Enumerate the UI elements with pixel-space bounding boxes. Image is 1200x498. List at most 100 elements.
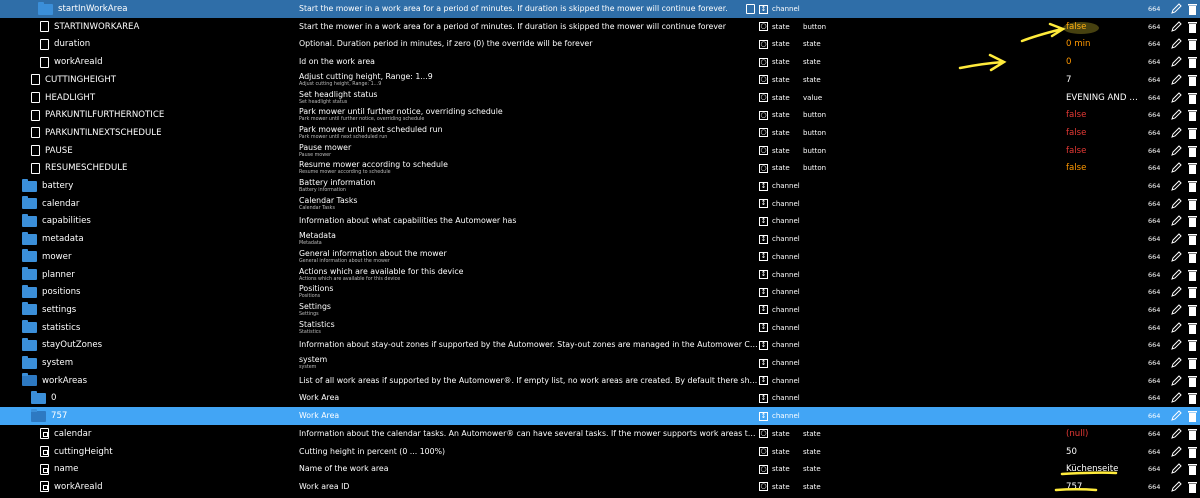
edit-pencil-icon[interactable] xyxy=(1170,91,1182,104)
delete-trash-icon[interactable] xyxy=(1188,339,1197,352)
row-name-cell[interactable]: planner xyxy=(22,266,75,284)
delete-trash-icon[interactable] xyxy=(1188,322,1197,334)
tree-row[interactable]: settings Settings Settings ↕ channel 664 xyxy=(0,301,1200,319)
tree-row[interactable]: capabilities Information about what capab… xyxy=(0,212,1200,230)
edit-pencil-icon[interactable] xyxy=(1170,304,1182,316)
delete-trash-icon[interactable] xyxy=(1188,3,1197,15)
delete-trash-icon[interactable] xyxy=(1188,38,1197,51)
row-name-cell[interactable]: 0 xyxy=(31,389,56,407)
row-value[interactable] xyxy=(1066,230,1144,248)
row-value[interactable]: false xyxy=(1066,106,1144,124)
row-name-cell[interactable]: 757 xyxy=(31,407,67,425)
edit-pencil-icon[interactable] xyxy=(1170,251,1182,263)
delete-trash-icon[interactable] xyxy=(1188,21,1197,33)
delete-trash-icon[interactable] xyxy=(1188,410,1197,423)
delete-trash-icon[interactable] xyxy=(1188,357,1197,369)
row-value[interactable] xyxy=(1066,407,1144,425)
row-name-cell[interactable]: STARTINWORKAREA xyxy=(40,18,139,36)
edit-pencil-icon[interactable] xyxy=(1170,127,1182,139)
row-name-cell[interactable]: PARKUNTILFURTHERNOTICE xyxy=(31,106,164,124)
edit-pencil-icon[interactable] xyxy=(1170,339,1182,351)
edit-pencil-icon[interactable] xyxy=(1170,463,1182,475)
delete-trash-icon[interactable] xyxy=(1188,74,1197,86)
row-value[interactable] xyxy=(1066,301,1144,319)
edit-pencil-icon[interactable] xyxy=(1170,445,1182,458)
edit-pencil-icon[interactable] xyxy=(1170,428,1182,440)
copy-icon[interactable] xyxy=(746,4,755,14)
edit-pencil-icon[interactable] xyxy=(1170,56,1182,68)
edit-pencil-icon[interactable] xyxy=(1170,357,1182,369)
row-name-cell[interactable]: positions xyxy=(22,283,81,301)
delete-trash-icon[interactable] xyxy=(1188,145,1197,157)
row-value[interactable]: 757 xyxy=(1066,478,1144,496)
row-value[interactable] xyxy=(1066,177,1144,195)
tree-row[interactable]: workAreaId Id on the work area ○ state state… xyxy=(0,53,1200,71)
edit-pencil-icon[interactable] xyxy=(1170,144,1182,157)
tree-row[interactable]: stayOutZones Information about stay-out z… xyxy=(0,336,1200,354)
tree-row[interactable]: statistics Statistics Statistics ↕ channel 66… xyxy=(0,319,1200,337)
row-name-cell[interactable]: duration xyxy=(40,35,90,53)
edit-pencil-icon[interactable] xyxy=(1170,3,1182,15)
row-value[interactable]: 7 xyxy=(1066,71,1144,89)
row-name-cell[interactable]: workAreas xyxy=(22,372,87,390)
tree-row[interactable]: system system system ↕ channel 664 xyxy=(0,354,1200,372)
delete-trash-icon[interactable] xyxy=(1188,428,1197,440)
row-value[interactable] xyxy=(1066,248,1144,266)
edit-pencil-icon[interactable] xyxy=(1170,392,1182,404)
delete-trash-icon[interactable] xyxy=(1188,463,1197,476)
tree-row[interactable]: duration Optional. Duration period in min… xyxy=(0,35,1200,53)
row-name-cell[interactable]: name xyxy=(40,460,78,478)
delete-trash-icon[interactable] xyxy=(1188,446,1197,458)
row-name-cell[interactable]: statistics xyxy=(22,319,80,337)
tree-row[interactable]: cuttingHeight Cutting height in percent (… xyxy=(0,443,1200,461)
tree-row[interactable]: workAreas List of all work areas if suppo… xyxy=(0,372,1200,390)
row-name-cell[interactable]: CUTTINGHEIGHT xyxy=(31,71,116,89)
delete-trash-icon[interactable] xyxy=(1188,198,1197,210)
tree-row[interactable]: PARKUNTILFURTHERNOTICE Park mower until f… xyxy=(0,106,1200,124)
row-name-cell[interactable]: PAUSE xyxy=(31,142,73,160)
tree-row[interactable]: startInWorkArea Start the mower in a work… xyxy=(0,0,1200,18)
row-name-cell[interactable]: capabilities xyxy=(22,212,91,230)
row-value[interactable]: false xyxy=(1066,124,1144,142)
tree-row[interactable]: PAUSE Pause mower Pause mower ○ state button f… xyxy=(0,142,1200,160)
row-name-cell[interactable]: cuttingHeight xyxy=(40,443,113,461)
edit-pencil-icon[interactable] xyxy=(1170,215,1182,227)
tree-row[interactable]: planner Actions which are available for t… xyxy=(0,266,1200,284)
edit-pencil-icon[interactable] xyxy=(1170,374,1182,387)
row-name-cell[interactable]: mower xyxy=(22,248,71,266)
delete-trash-icon[interactable] xyxy=(1188,180,1197,192)
tree-row[interactable]: PARKUNTILNEXTSCHEDULE Park mower until ne… xyxy=(0,124,1200,142)
edit-pencil-icon[interactable] xyxy=(1170,197,1182,210)
row-name-cell[interactable]: workAreaId xyxy=(40,478,103,496)
edit-pencil-icon[interactable] xyxy=(1170,481,1182,493)
row-name-cell[interactable]: stayOutZones xyxy=(22,336,102,354)
delete-trash-icon[interactable] xyxy=(1188,162,1197,175)
edit-pencil-icon[interactable] xyxy=(1170,38,1182,50)
edit-pencil-icon[interactable] xyxy=(1170,162,1182,174)
delete-trash-icon[interactable] xyxy=(1188,56,1197,69)
row-name-cell[interactable]: calendar xyxy=(22,195,79,213)
edit-pencil-icon[interactable] xyxy=(1170,74,1182,86)
delete-trash-icon[interactable] xyxy=(1188,269,1197,281)
row-value[interactable]: false xyxy=(1066,142,1144,160)
row-value[interactable] xyxy=(1066,319,1144,337)
row-value[interactable] xyxy=(1066,283,1144,301)
edit-pencil-icon[interactable] xyxy=(1170,286,1182,298)
delete-trash-icon[interactable] xyxy=(1188,375,1197,387)
row-name-cell[interactable]: metadata xyxy=(22,230,84,248)
row-value[interactable]: 0 min xyxy=(1066,35,1144,53)
row-value[interactable]: 0 xyxy=(1066,53,1144,71)
edit-pencil-icon[interactable] xyxy=(1170,233,1182,245)
row-value[interactable] xyxy=(1066,0,1144,18)
row-value[interactable] xyxy=(1066,354,1144,372)
row-value[interactable]: false xyxy=(1066,159,1144,177)
tree-row[interactable]: STARTINWORKAREA Start the mower in a work… xyxy=(0,18,1200,36)
row-name-cell[interactable]: workAreaId xyxy=(40,53,103,71)
row-value[interactable] xyxy=(1066,389,1144,407)
delete-trash-icon[interactable] xyxy=(1188,92,1197,104)
tree-row[interactable]: metadata Metadata Metadata ↕ channel 664 xyxy=(0,230,1200,248)
tree-row[interactable]: HEADLIGHT Set headlight status Set headlig… xyxy=(0,89,1200,107)
edit-pencil-icon[interactable] xyxy=(1170,180,1182,192)
row-name-cell[interactable]: settings xyxy=(22,301,76,319)
delete-trash-icon[interactable] xyxy=(1188,109,1197,122)
